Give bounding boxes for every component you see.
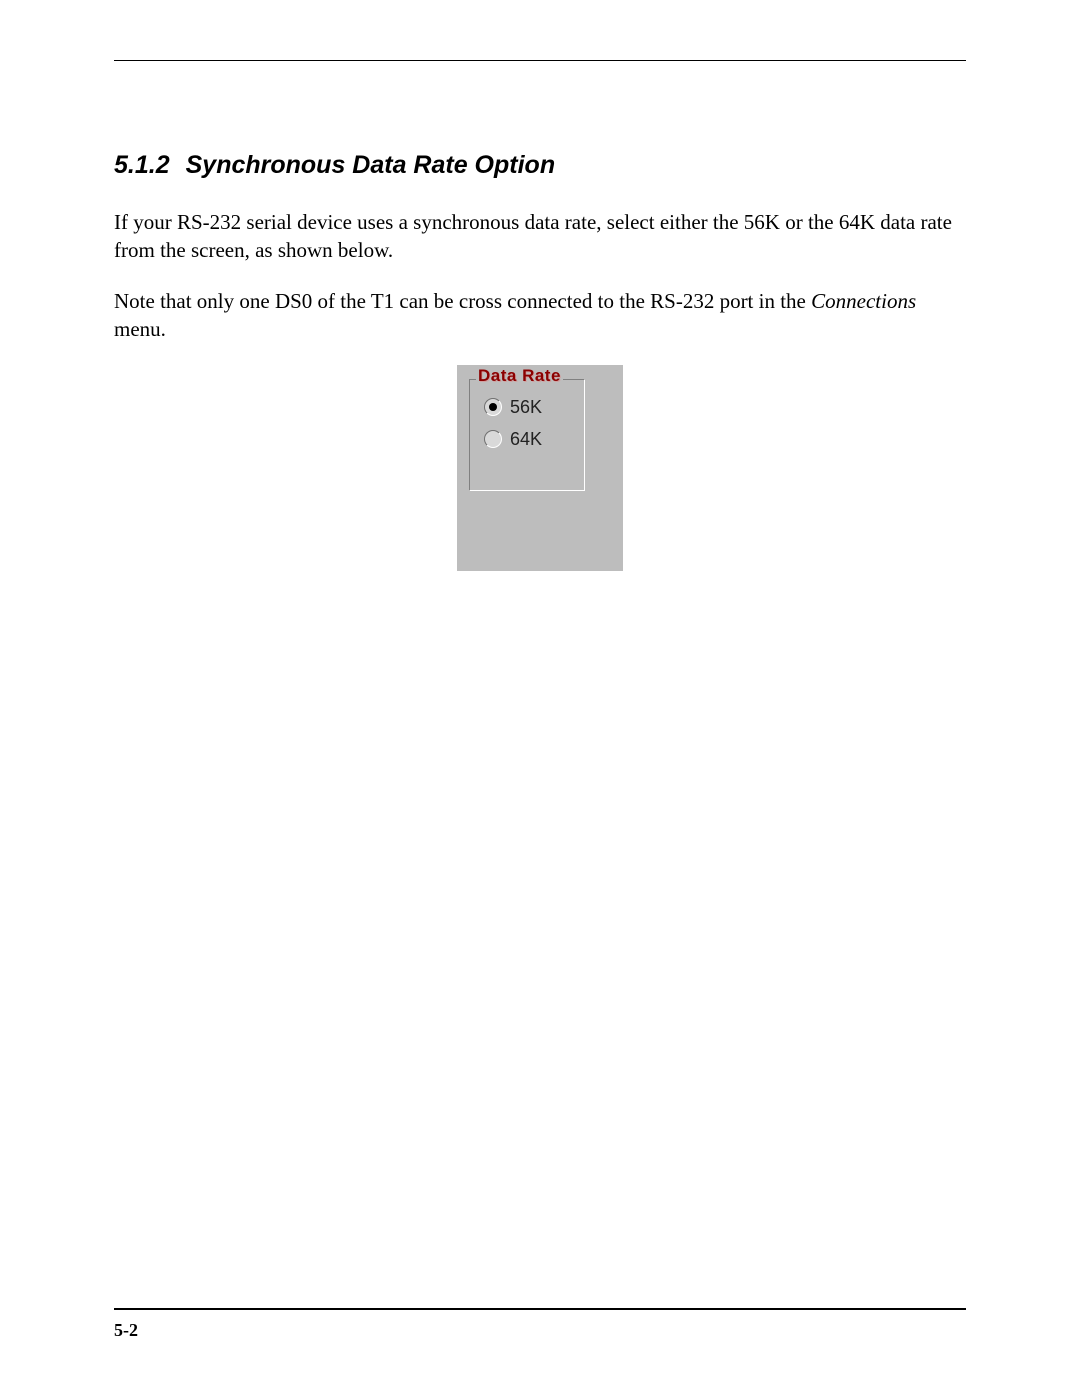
page-number: 5-2 [114, 1320, 966, 1341]
paragraph-2-pre: Note that only one DS0 of the T1 can be … [114, 289, 811, 313]
section-heading: 5.1.2 Synchronous Data Rate Option [114, 151, 966, 180]
paragraph-2-post: menu. [114, 317, 166, 341]
radio-label-56k: 56K [510, 397, 542, 418]
section-title: Synchronous Data Rate Option [186, 151, 555, 179]
radio-dot-icon [489, 403, 497, 411]
page-footer: 5-2 [114, 1308, 966, 1341]
section-number: 5.1.2 [114, 151, 170, 179]
paragraph-1: If your RS-232 serial device uses a sync… [114, 208, 966, 265]
connections-menu-name: Connections [811, 289, 916, 313]
radio-icon-selected [484, 398, 502, 416]
paragraph-2: Note that only one DS0 of the T1 can be … [114, 287, 966, 344]
radio-option-56k[interactable]: 56K [484, 394, 584, 420]
radio-label-64k: 64K [510, 429, 542, 450]
bottom-horizontal-rule [114, 1308, 966, 1310]
data-rate-screenshot: Data Rate 56K 64K [457, 365, 623, 571]
radio-icon-unselected [484, 430, 502, 448]
radio-option-64k[interactable]: 64K [484, 426, 584, 452]
data-rate-fieldset: Data Rate 56K 64K [469, 379, 585, 491]
top-horizontal-rule [114, 60, 966, 61]
data-rate-legend: Data Rate [476, 366, 563, 386]
